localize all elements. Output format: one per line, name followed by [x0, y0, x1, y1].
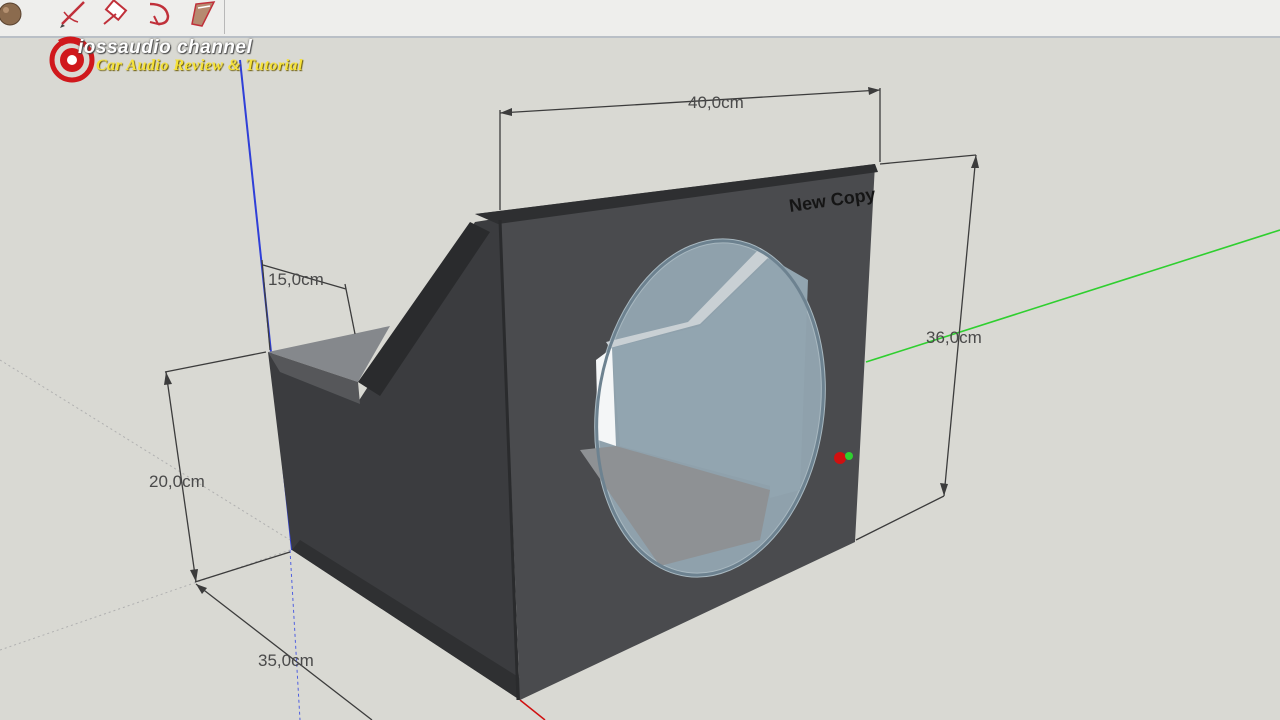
dimension-height-label: 36,0cm [926, 328, 982, 347]
dimension-side-height[interactable]: 20,0cm [149, 351, 291, 583]
red-axis [519, 699, 546, 720]
red-axis-marker [834, 452, 846, 464]
dimension-depth[interactable]: 35,0cm [195, 583, 373, 720]
scene-canvas: New Copy 40,0cm 36,0cm 15,0cm 20,0cm 35,… [0, 59, 1280, 720]
channel-watermark: iossaudio channel Car Audio Review & Tut… [48, 30, 348, 86]
box-left-side-face[interactable] [268, 218, 520, 700]
orbit-tool-button[interactable] [0, 0, 34, 32]
tape-measure-tool-button[interactable] [144, 0, 178, 32]
dimension-depth-label: 35,0cm [258, 651, 314, 670]
watermark-subtitle: Car Audio Review & Tutorial [96, 57, 303, 74]
eraser-tool-button[interactable] [100, 0, 134, 32]
pencil-tool-button[interactable] [56, 0, 90, 32]
modeling-viewport[interactable]: New Copy 40,0cm 36,0cm 15,0cm 20,0cm 35,… [0, 38, 1280, 720]
tool-group [0, 0, 225, 34]
dimension-side-height-label: 20,0cm [149, 472, 205, 491]
dimension-top-depth-label: 15,0cm [268, 270, 324, 289]
pencil-icon [56, 0, 90, 32]
blue-axis-hidden [289, 549, 301, 720]
tape-measure-icon [144, 0, 178, 32]
dimension-height[interactable]: 36,0cm [855, 154, 982, 541]
sphere-icon [0, 0, 34, 32]
green-axis-marker [845, 452, 853, 460]
paint-bucket-tool-button[interactable] [188, 0, 222, 32]
guide-line [0, 359, 291, 541]
paint-bucket-icon [188, 0, 222, 32]
guide-line [0, 549, 291, 651]
watermark-title: iossaudio channel [78, 37, 253, 58]
dimension-width-label: 40,0cm [688, 93, 744, 112]
eraser-icon [100, 0, 134, 32]
